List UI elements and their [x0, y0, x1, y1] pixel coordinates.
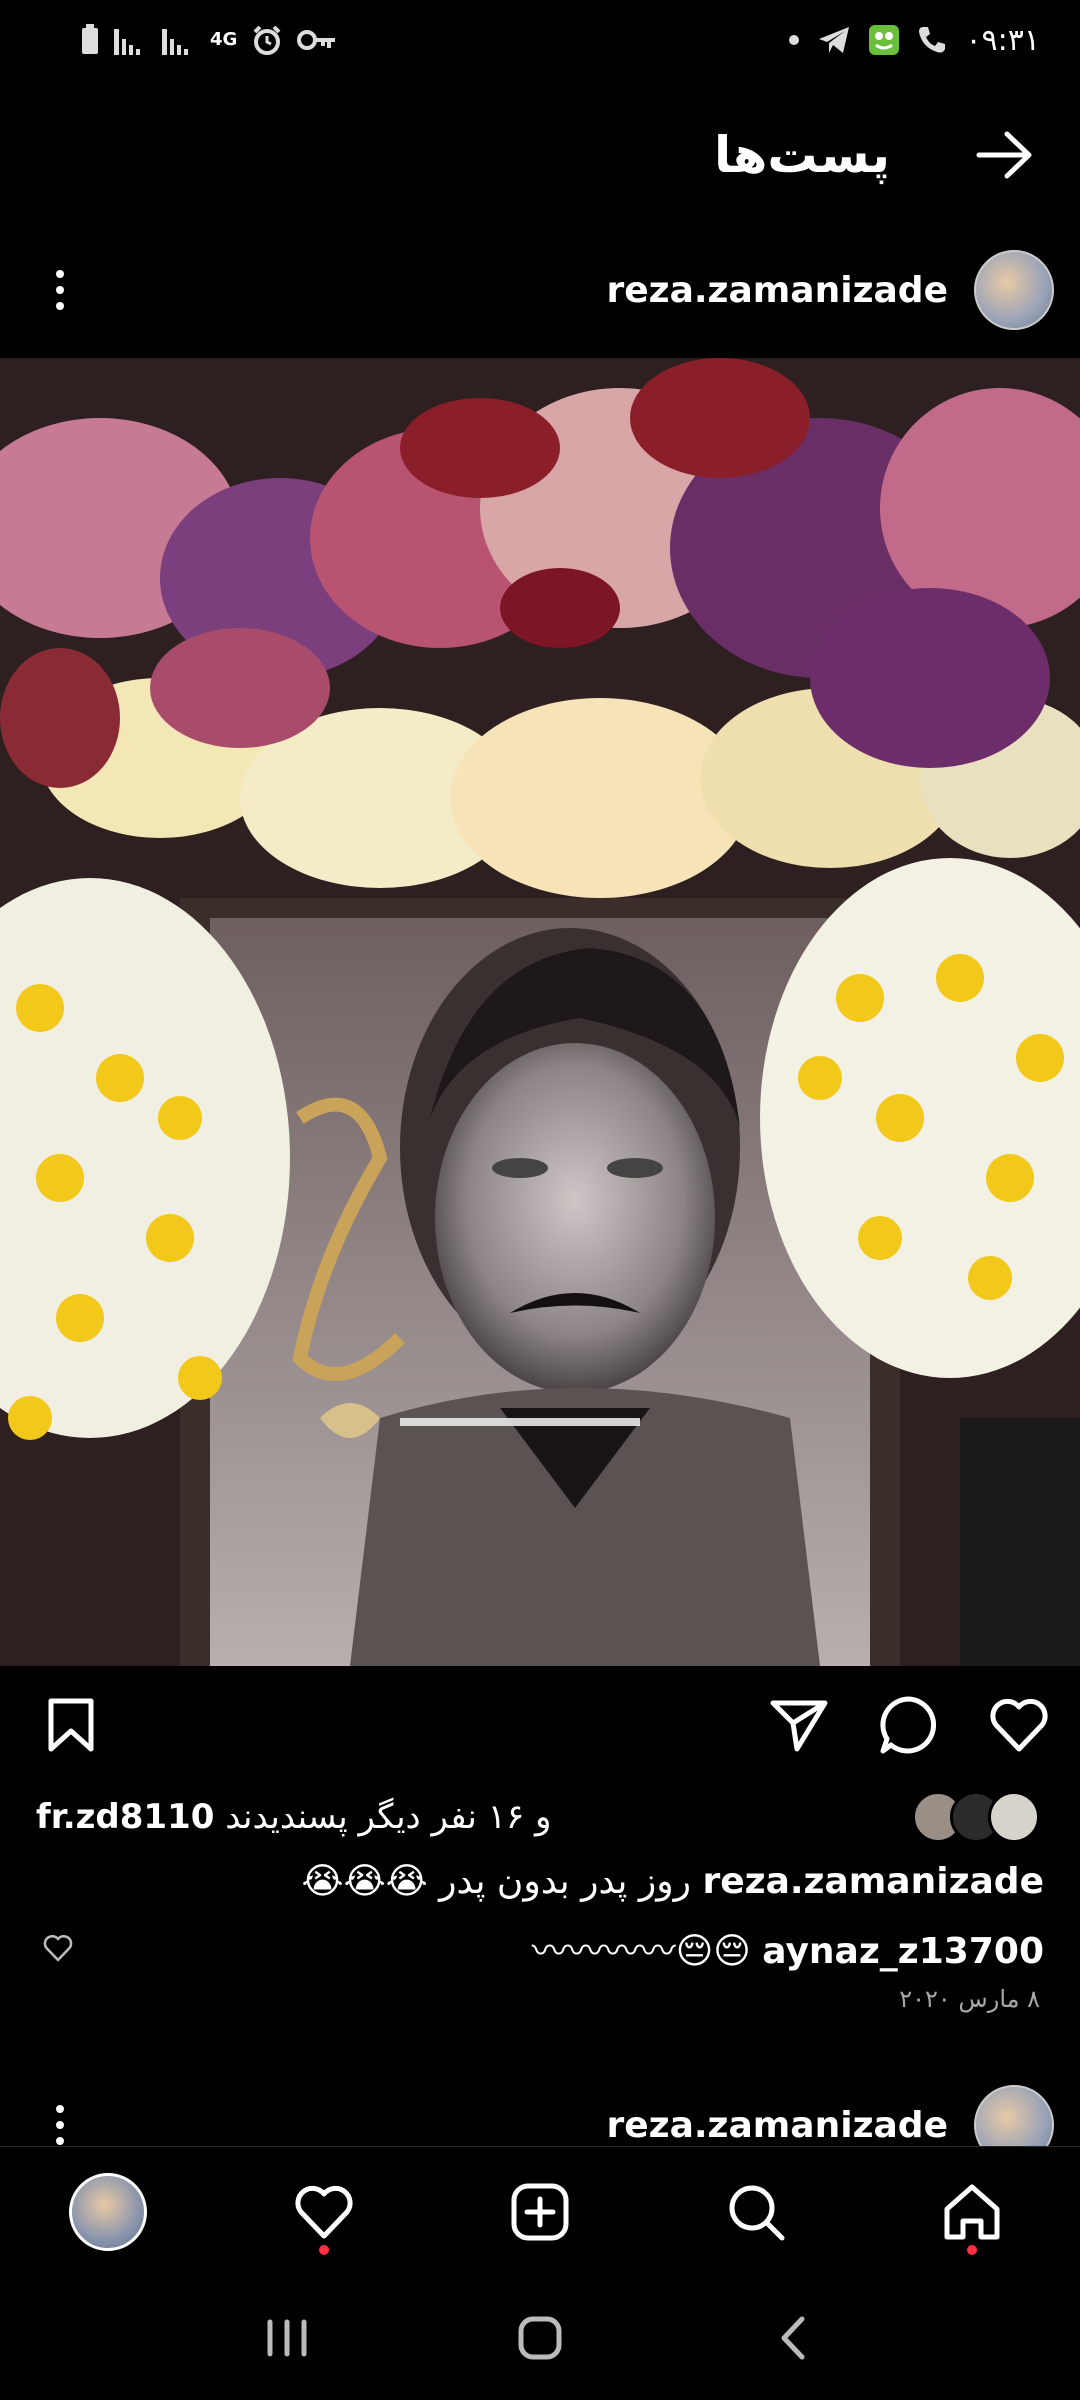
bottom-navigation — [0, 2146, 1080, 2276]
status-icons-right: ۰۹:۳۱ — [789, 23, 1040, 58]
telegram-icon — [817, 23, 851, 57]
nav-activity[interactable] — [279, 2167, 369, 2257]
page-title: پست‌ها — [713, 126, 890, 184]
share-icon[interactable] — [764, 1690, 834, 1760]
comment: aynaz_z13700 😔😔〰〰〰〰 — [532, 1922, 1044, 1974]
more-options-icon[interactable] — [40, 250, 80, 330]
heart-icon — [295, 2185, 353, 2238]
profile-avatar[interactable] — [69, 2172, 147, 2251]
back-arrow-icon[interactable] — [970, 120, 1040, 190]
page-header: پست‌ها — [0, 100, 1080, 210]
signal-icon-2 — [162, 23, 196, 57]
home-icon — [944, 2184, 1000, 2239]
notification-dot — [319, 2244, 329, 2255]
post-image[interactable] — [0, 358, 1080, 1666]
nav-profile[interactable] — [63, 2167, 153, 2257]
comment-icon[interactable] — [874, 1690, 944, 1760]
recent-apps-icon[interactable] — [247, 2298, 327, 2378]
liker-avatars[interactable] — [912, 1791, 1040, 1843]
likes-first-user[interactable]: fr.zd8110 — [36, 1797, 214, 1837]
caption-text: روز پدر بدون پدر 😭😭😭 — [301, 1861, 691, 1902]
status-bar: 4G ۰۹:۳۱ — [0, 0, 1080, 80]
battery-icon — [80, 23, 100, 57]
search-icon — [729, 2185, 785, 2240]
memorial-photo-illustration — [0, 358, 1080, 1666]
like-heart-icon[interactable] — [984, 1690, 1054, 1760]
phone-call-icon — [917, 23, 947, 57]
back-button-icon[interactable] — [753, 2298, 833, 2378]
likes-row[interactable]: و ۱۶ نفر دیگر پسندیدند fr.zd8110 — [0, 1785, 1080, 1849]
caption-username[interactable]: reza.zamanizade — [702, 1861, 1044, 1902]
app-notification-icon — [869, 23, 900, 57]
add-post-icon — [511, 2183, 569, 2240]
notification-dot-icon — [789, 23, 800, 57]
signal-icon — [114, 23, 148, 57]
network-type-label: 4G — [210, 29, 238, 50]
post-header: reza.zamanizade — [0, 235, 1080, 345]
comment-like-heart-icon[interactable] — [40, 1930, 76, 1966]
comment-username[interactable]: aynaz_z13700 — [762, 1931, 1044, 1972]
post-author[interactable]: reza.zamanizade — [606, 250, 1054, 330]
likes-summary[interactable]: و ۱۶ نفر دیگر پسندیدند fr.zd8110 — [36, 1797, 551, 1837]
actions-right-group — [764, 1690, 1054, 1760]
system-navigation — [0, 2276, 1080, 2400]
notification-dot — [967, 2244, 977, 2255]
nav-home[interactable] — [927, 2167, 1017, 2257]
status-icons-left: 4G — [80, 23, 337, 57]
avatar — [988, 1791, 1040, 1843]
comment-row: aynaz_z13700 😔😔〰〰〰〰 — [0, 1918, 1080, 1978]
home-button-icon[interactable] — [500, 2298, 580, 2378]
clock-time: ۰۹:۳۱ — [965, 22, 1040, 58]
comment-text: 😔😔〰〰〰〰 — [531, 1931, 751, 1972]
post-date: ۸ مارس ۲۰۲۰ — [899, 1985, 1040, 2013]
post-actions — [0, 1680, 1080, 1770]
next-post-username[interactable]: reza.zamanizade — [606, 2105, 948, 2146]
key-icon — [297, 23, 337, 57]
nav-search[interactable] — [711, 2167, 801, 2257]
post-username[interactable]: reza.zamanizade — [606, 270, 948, 311]
bookmark-icon[interactable] — [36, 1690, 106, 1760]
nav-create-post[interactable] — [495, 2167, 585, 2257]
post-caption: reza.zamanizade روز پدر بدون پدر 😭😭😭 — [44, 1855, 1044, 1909]
alarm-icon — [251, 23, 283, 57]
avatar[interactable] — [974, 250, 1054, 330]
likes-suffix: و ۱۶ نفر دیگر پسندیدند — [225, 1797, 552, 1837]
